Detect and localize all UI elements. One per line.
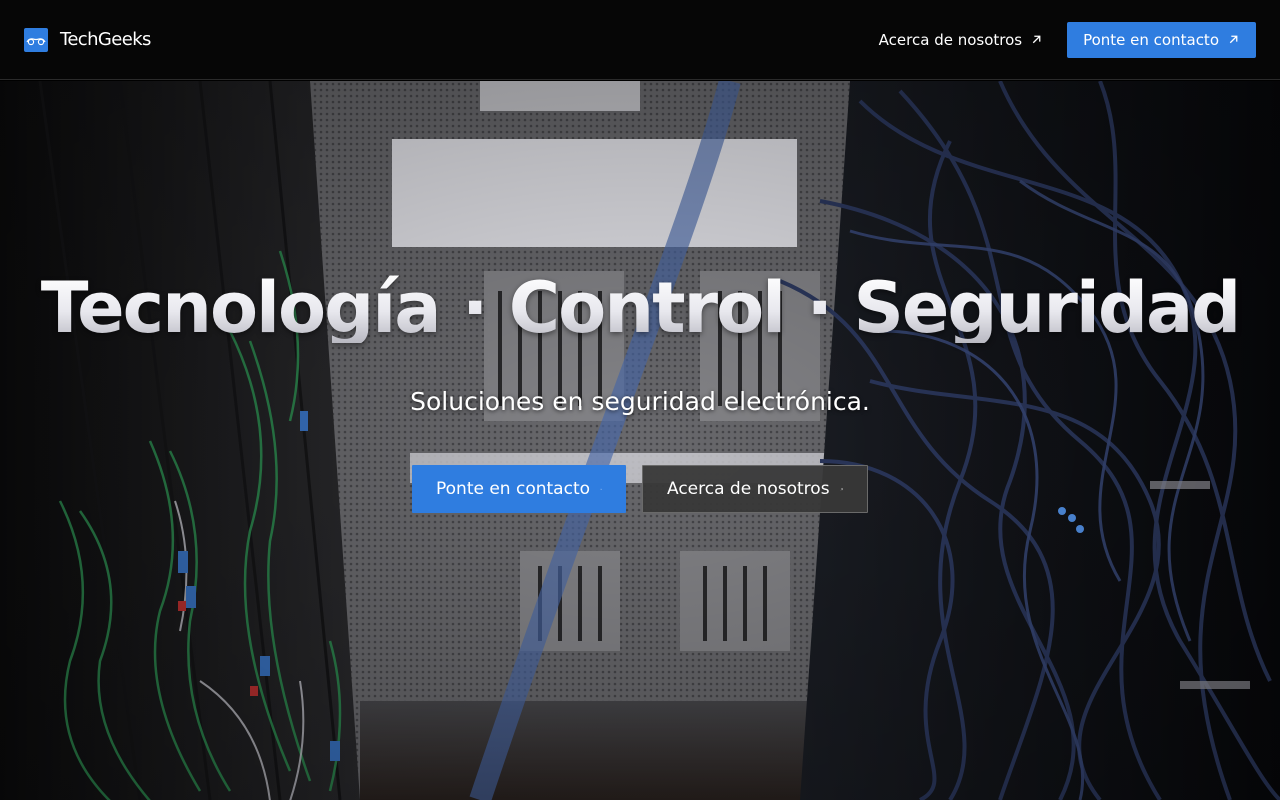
arrow-up-right-icon [1229, 35, 1238, 44]
main-nav: Acerca de nosotros Ponte en contacto [879, 21, 1256, 58]
site-header: TechGeeks Acerca de nosotros Ponte en co… [0, 0, 1280, 80]
hero-title: Tecnología · Control · Seguridad [40, 267, 1242, 349]
hero-about-button[interactable]: Acerca de nosotros [642, 465, 868, 513]
hero-contact-button[interactable]: Ponte en contacto [412, 465, 626, 513]
nav-contact-button[interactable]: Ponte en contacto [1067, 21, 1256, 58]
hero-content: Tecnología · Control · Seguridad Solucio… [0, 81, 1280, 800]
arrow-up-right-icon [840, 487, 843, 490]
arrow-up-right-icon [1032, 35, 1041, 44]
nav-contact-label: Ponte en contacto [1083, 30, 1219, 49]
hero-section: Tecnología · Control · Seguridad Solucio… [0, 81, 1280, 800]
nav-about-label: Acerca de nosotros [878, 30, 1023, 49]
hero-subtitle: Soluciones en seguridad electrónica. [410, 387, 870, 416]
brand-link[interactable]: TechGeeks [24, 27, 151, 52]
hero-actions: Ponte en contacto Acerca de nosotros [412, 465, 868, 513]
brand-name: TechGeeks [60, 29, 151, 50]
hero-about-label: Acerca de nosotros [667, 479, 830, 499]
arrow-up-right-icon [600, 488, 602, 490]
glasses-logo-icon [24, 27, 48, 52]
nav-about-link[interactable]: Acerca de nosotros [879, 31, 1043, 49]
hero-contact-label: Ponte en contacto [436, 479, 591, 499]
